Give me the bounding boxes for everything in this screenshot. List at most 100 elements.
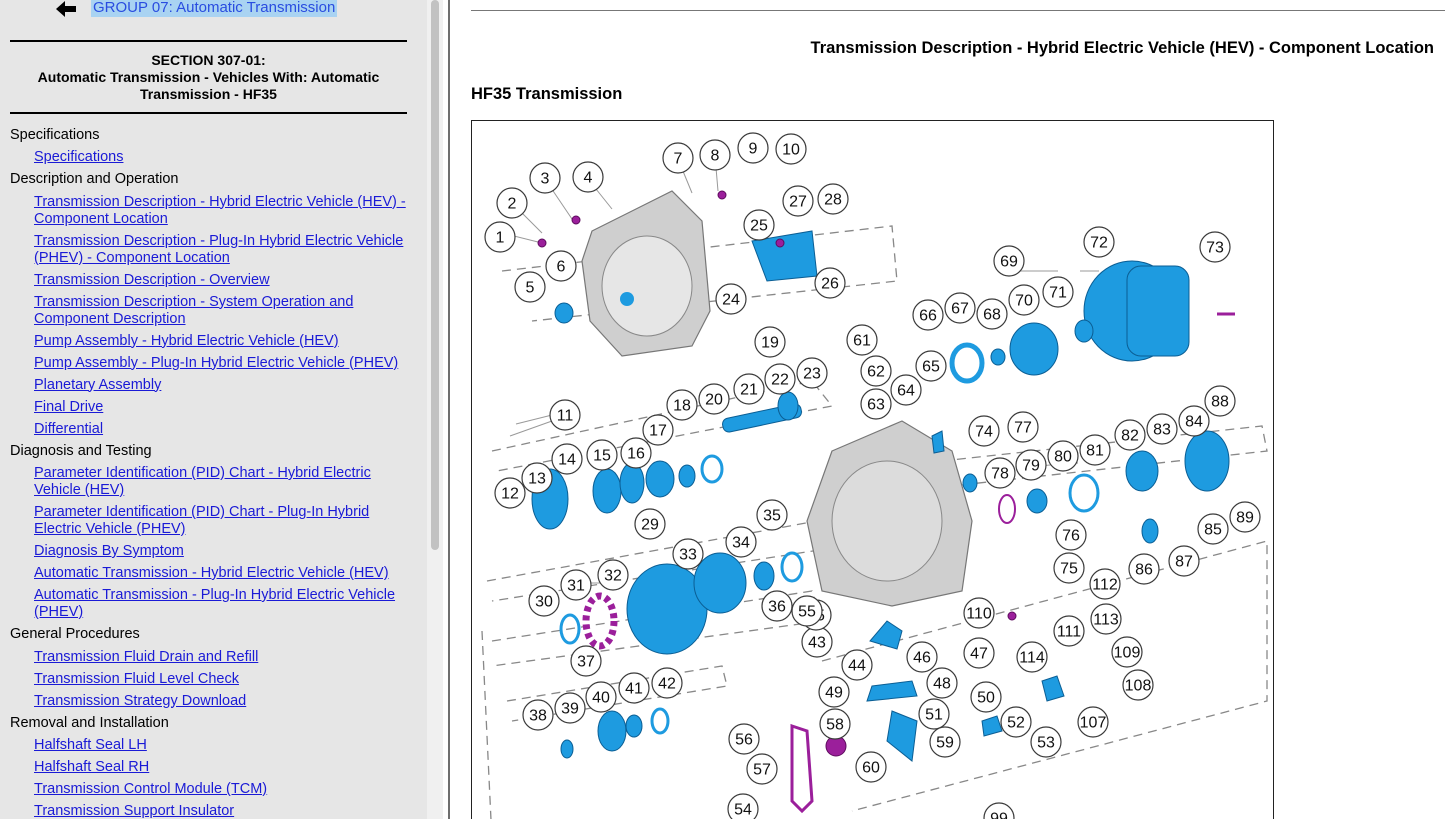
callout-number: 65 [922,359,940,376]
callout-number: 26 [821,276,839,293]
callout-33: 33 [672,538,704,570]
callout-number: 62 [867,364,885,381]
callout-5: 5 [514,271,546,303]
callout-47: 47 [963,637,995,669]
callout-68: 68 [976,298,1008,330]
callout-number: 42 [658,676,676,693]
section-number: SECTION 307-01: [151,52,266,68]
toc-link[interactable]: Transmission Description - Plug-In Hybri… [10,230,410,269]
callout-number: 110 [966,606,992,623]
callout-number: 79 [1022,458,1040,475]
toc-link[interactable]: Transmission Description - Hybrid Electr… [10,191,410,230]
callout-26: 26 [814,267,846,299]
callout-18: 18 [666,389,698,421]
callout-number: 3 [541,171,550,188]
callout-112: 112 [1089,568,1121,600]
callout-51: 51 [918,698,950,730]
callout-number: 21 [740,382,758,399]
toc-link[interactable]: Specifications [10,147,410,169]
callout-12: 12 [494,477,526,509]
pane-splitter[interactable] [448,0,450,819]
callout-number: 51 [925,707,943,724]
toc-link[interactable]: Diagnosis By Symptom [10,541,410,563]
transmission-case-front [581,190,711,357]
callout-89: 89 [1229,501,1261,533]
toc-link[interactable]: Transmission Strategy Download [10,690,410,712]
toc-link[interactable]: Automatic Transmission - Plug-In Hybrid … [10,585,410,624]
callout-number: 113 [1093,612,1119,629]
toc-link[interactable]: Automatic Transmission - Hybrid Electric… [10,563,410,585]
callout-48: 48 [926,667,958,699]
toc-link[interactable]: Transmission Description - Overview [10,269,410,291]
toc-link[interactable]: Transmission Support Insulator [10,801,410,819]
callout-number: 61 [853,333,871,350]
callout-58: 58 [819,708,851,740]
callout-14: 14 [551,443,583,475]
callout-number: 56 [735,732,753,749]
group-link[interactable]: GROUP 07: Automatic Transmission [91,0,338,17]
callout-number: 55 [798,604,816,621]
callout-number: 5 [526,280,535,297]
callout-number: 81 [1086,443,1104,460]
callout-number: 53 [1037,735,1055,752]
callout-number: 109 [1114,645,1141,662]
transmission-case-rear [806,420,973,607]
toc-link[interactable]: Pump Assembly - Hybrid Electric Vehicle … [10,330,410,352]
callout-85: 85 [1197,513,1229,545]
toc-link[interactable]: Transmission Description - System Operat… [10,291,410,330]
callout-62: 62 [860,355,892,387]
toc-link[interactable]: Transmission Control Module (TCM) [10,779,410,801]
callout-34: 34 [725,526,757,558]
toc-link[interactable]: Halfshaft Seal LH [10,735,410,757]
callout-number: 83 [1153,422,1171,439]
callout-109: 109 [1111,636,1143,668]
back-arrow-icon[interactable] [54,1,80,19]
callout-number: 25 [750,218,768,235]
section-name: Automatic Transmission - Vehicles With: … [37,69,380,102]
callout-number: 111 [1057,624,1081,641]
callout-17: 17 [642,414,674,446]
callout-number: 22 [771,372,789,389]
callout-56: 56 [728,723,760,755]
callout-number: 73 [1206,240,1224,257]
callout-number: 23 [803,366,821,383]
callout-42: 42 [651,667,683,699]
callout-69: 69 [993,245,1025,277]
callout-35: 35 [756,499,788,531]
callout-number: 49 [825,685,843,702]
callout-52: 52 [1000,706,1032,738]
toc-link[interactable]: Transmission Fluid Drain and Refill [10,646,410,668]
content-divider [471,10,1445,11]
toc-link[interactable]: Parameter Identification (PID) Chart - H… [10,463,410,502]
callout-84: 84 [1178,405,1210,437]
section-title: SECTION 307-01: Automatic Transmission - … [10,52,407,103]
callout-31: 31 [560,569,592,601]
toc-link[interactable]: Final Drive [10,396,410,418]
callout-number: 60 [862,760,880,777]
callout-39: 39 [554,692,586,724]
callout-number: 35 [763,508,781,525]
toc-link[interactable]: Halfshaft Seal RH [10,757,410,779]
toc-link[interactable]: Parameter Identification (PID) Chart - P… [10,502,410,541]
callout-number: 76 [1062,528,1080,545]
toc-link[interactable]: Differential [10,418,410,440]
callout-73: 73 [1199,231,1231,263]
callout-79: 79 [1015,449,1047,481]
toc-section-heading: Specifications [10,126,100,143]
callout-number: 10 [782,142,800,159]
callout-29: 29 [634,508,666,540]
callout-4: 4 [572,161,604,193]
callout-66: 66 [912,299,944,331]
callout-65: 65 [915,350,947,382]
toc-link[interactable]: Pump Assembly - Plug-In Hybrid Electric … [10,352,410,374]
nav-scrollbar-thumb[interactable] [431,0,439,550]
callout-78: 78 [984,457,1016,489]
callout-number: 77 [1014,420,1032,437]
toc-link[interactable]: Planetary Assembly [10,374,410,396]
callout-37: 37 [570,645,602,677]
callout-number: 19 [761,335,779,352]
callout-number: 39 [561,701,579,718]
callout-50: 50 [970,681,1002,713]
toc-link[interactable]: Transmission Fluid Level Check [10,668,410,690]
callout-81: 81 [1079,434,1111,466]
